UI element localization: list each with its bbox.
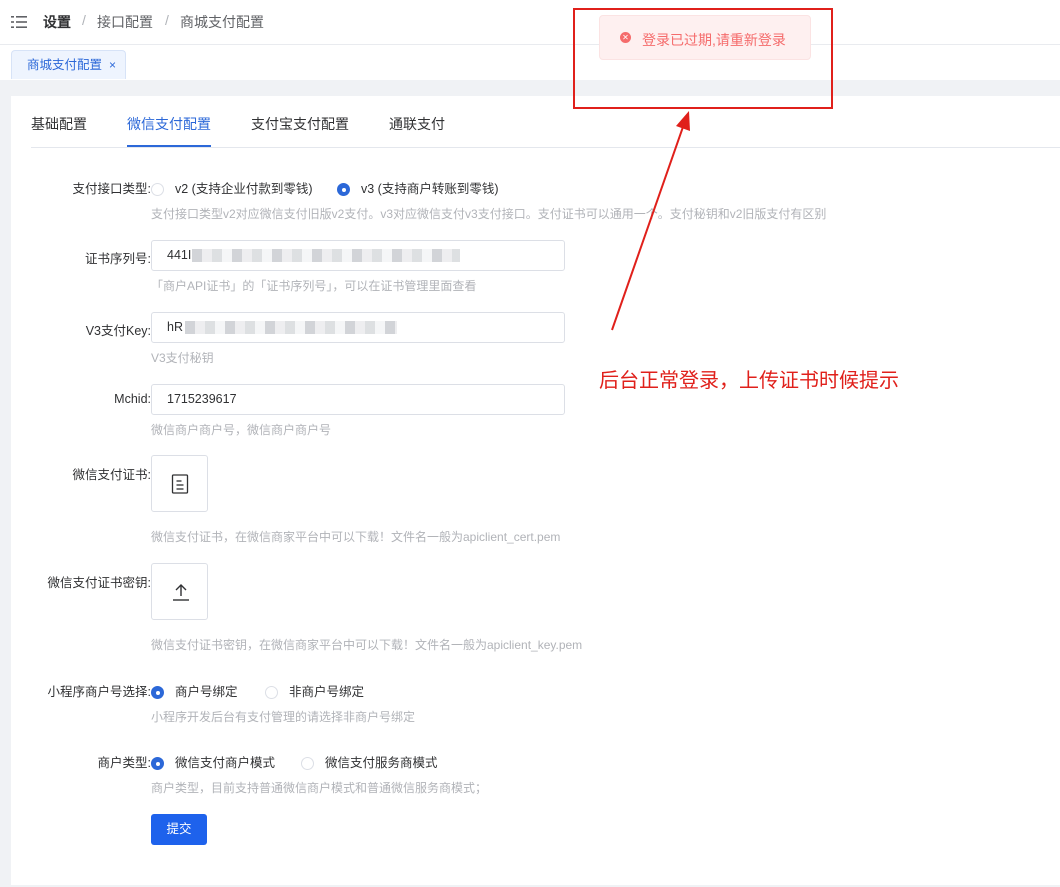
annotation-arrow-icon	[611, 111, 690, 331]
annotation-text: 后台正常登录，上传证书时候提示	[599, 370, 899, 392]
